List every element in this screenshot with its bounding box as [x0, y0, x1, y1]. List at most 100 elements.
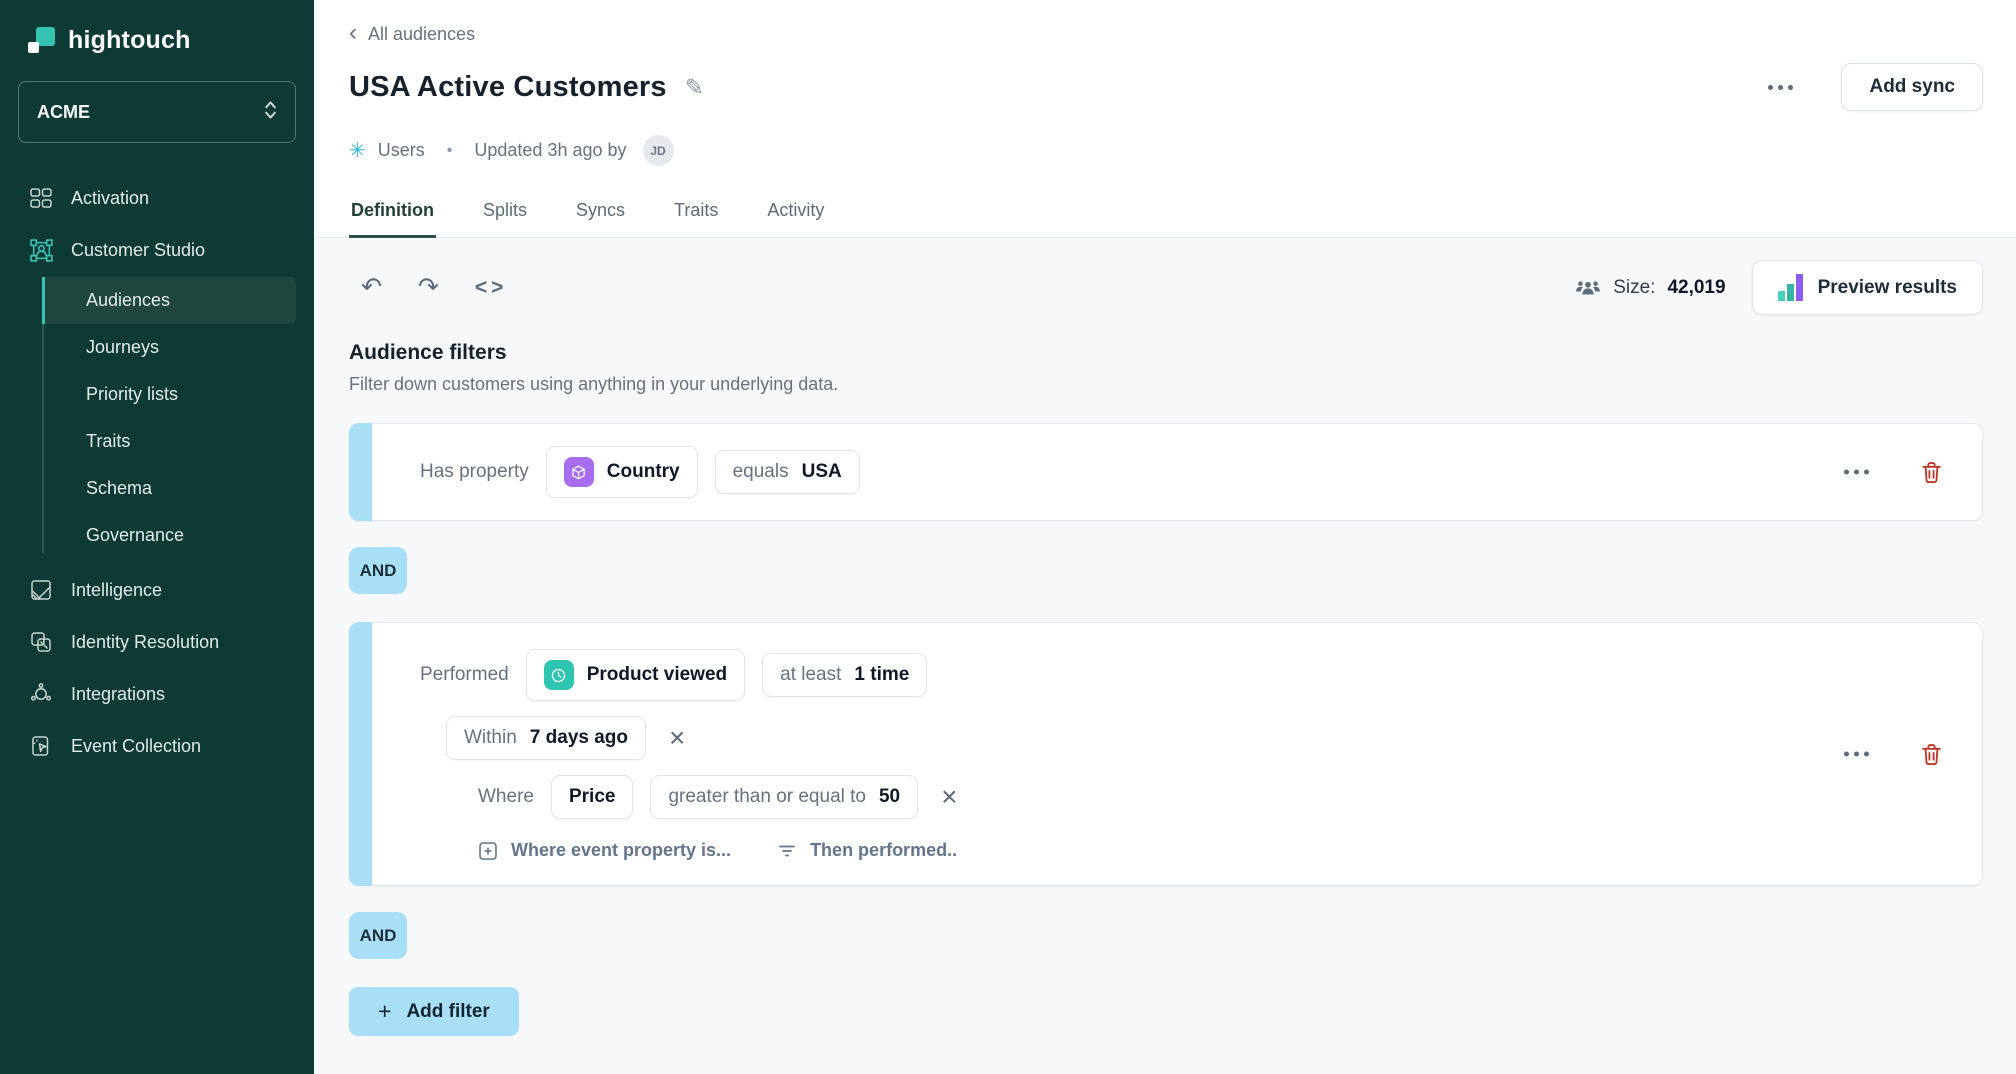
remove-where-icon[interactable]: × — [941, 783, 957, 811]
event-clock-icon — [544, 660, 574, 690]
property-chip[interactable]: Country — [546, 446, 698, 498]
sidebar-item-label: Traits — [86, 431, 130, 451]
where-property-chip[interactable]: Price — [551, 775, 633, 819]
sidebar-item-traits[interactable]: Traits — [42, 418, 296, 465]
preview-results-button[interactable]: Preview results — [1752, 260, 1983, 315]
delete-filter-icon[interactable] — [1919, 460, 1944, 485]
connector-and-badge[interactable]: AND — [349, 547, 407, 594]
workspace-name: ACME — [37, 102, 90, 123]
remove-window-icon[interactable]: × — [669, 724, 685, 752]
condition-chip[interactable]: equals USA — [715, 450, 860, 494]
event-filter-body: Performed Product viewed at le — [372, 622, 1983, 886]
event-links-row: Where event property is... Then performe… — [478, 840, 1782, 861]
add-event-property-label: Where event property is... — [511, 840, 731, 861]
hightouch-logo[interactable]: hightouch — [18, 26, 296, 55]
identity-resolution-icon — [28, 629, 54, 655]
tab-activity[interactable]: Activity — [765, 192, 826, 237]
condition-value: USA — [802, 461, 842, 483]
property-name: Country — [607, 461, 680, 483]
add-event-property-link[interactable]: Where event property is... — [478, 840, 731, 861]
connector-and-badge[interactable]: AND — [349, 912, 407, 959]
plus-square-icon — [478, 841, 498, 861]
hightouch-logo-icon — [28, 27, 55, 54]
workflow-icon — [28, 185, 54, 211]
size-label: Size: — [1613, 277, 1655, 299]
main-content: ‹ All audiences USA Active Customers ✎ A… — [314, 0, 2016, 1074]
card-accent-bar — [349, 622, 372, 886]
where-label: Where — [478, 786, 534, 808]
window-value: 7 days ago — [530, 727, 628, 749]
property-cube-icon — [564, 457, 594, 487]
header-kebab-menu[interactable] — [1760, 77, 1801, 98]
where-condition-chip[interactable]: greater than or equal to 50 — [650, 775, 918, 819]
logo-text: hightouch — [68, 26, 191, 55]
sidebar-item-intelligence[interactable]: Intelligence — [18, 565, 296, 615]
tab-splits[interactable]: Splits — [481, 192, 529, 237]
sidebar-item-journeys[interactable]: Journeys — [42, 324, 296, 371]
sidebar-item-activation[interactable]: Activation — [18, 173, 296, 223]
window-chip[interactable]: Within 7 days ago — [446, 716, 646, 760]
app-window: hightouch ACME Activation — [0, 0, 2016, 1074]
performed-row: Performed Product viewed at le — [420, 649, 1782, 701]
card-actions — [1836, 460, 1944, 485]
breadcrumb-label: All audiences — [368, 24, 475, 45]
page-title: USA Active Customers — [349, 71, 667, 104]
source-label: Users — [378, 140, 425, 161]
sidebar-item-integrations[interactable]: Integrations — [18, 669, 296, 719]
condition-operator: equals — [733, 461, 789, 483]
integrations-icon — [28, 681, 54, 707]
sidebar-item-label: Journeys — [86, 337, 159, 357]
customer-studio-icon — [28, 237, 54, 263]
sidebar-item-audiences[interactable]: Audiences — [42, 277, 296, 324]
sidebar-item-governance[interactable]: Governance — [42, 512, 296, 559]
card-accent-bar — [349, 423, 372, 521]
card-actions — [1836, 742, 1944, 767]
sidebar-item-label: Customer Studio — [71, 240, 205, 261]
sidebar-item-label: Schema — [86, 478, 152, 498]
sidebar-item-label: Governance — [86, 525, 184, 545]
breadcrumb[interactable]: ‹ All audiences — [349, 24, 475, 45]
back-chevron-icon: ‹ — [349, 21, 357, 45]
sidebar-item-identity-resolution[interactable]: Identity Resolution — [18, 617, 296, 667]
filter-kebab-menu[interactable] — [1836, 744, 1877, 765]
filter-kebab-menu[interactable] — [1836, 462, 1877, 483]
sidebar-item-label: Activation — [71, 188, 149, 209]
filter-prefix: Performed — [420, 664, 509, 686]
people-group-icon — [1575, 278, 1601, 298]
where-value: 50 — [879, 786, 900, 808]
meta-row: ✳ Users • Updated 3h ago by JD — [349, 135, 1983, 166]
event-chip[interactable]: Product viewed — [526, 649, 745, 701]
updated-text: Updated 3h ago by — [474, 140, 626, 161]
sidebar-item-schema[interactable]: Schema — [42, 465, 296, 512]
delete-filter-icon[interactable] — [1919, 742, 1944, 767]
sidebar-item-event-collection[interactable]: Event Collection — [18, 721, 296, 771]
page-header: ‹ All audiences USA Active Customers ✎ A… — [314, 0, 2016, 238]
edit-title-icon[interactable]: ✎ — [685, 74, 704, 101]
tab-definition[interactable]: Definition — [349, 192, 436, 237]
sidebar-nav: Activation Customer Studio Audiences — [18, 173, 296, 771]
tab-syncs[interactable]: Syncs — [574, 192, 627, 237]
code-view-icon[interactable]: <> — [475, 276, 508, 300]
title-row: USA Active Customers ✎ Add sync — [349, 63, 1983, 111]
workspace-selector[interactable]: ACME — [18, 81, 296, 143]
avatar: JD — [643, 135, 674, 166]
intelligence-icon — [28, 577, 54, 603]
count-chip[interactable]: at least 1 time — [762, 653, 927, 697]
add-sync-button[interactable]: Add sync — [1841, 63, 1983, 111]
add-filter-button[interactable]: + Add filter — [349, 987, 519, 1036]
section-description: Filter down customers using anything in … — [349, 374, 1983, 395]
sidebar-item-customer-studio[interactable]: Customer Studio — [18, 225, 296, 275]
sidebar-item-label: Identity Resolution — [71, 632, 219, 653]
editor-toolbar: ↶ ↷ <> Size: 42,019 — [349, 260, 1983, 315]
tab-traits[interactable]: Traits — [672, 192, 720, 237]
event-collection-icon — [28, 733, 54, 759]
redo-icon[interactable]: ↷ — [418, 275, 439, 300]
sidebar-item-priority-lists[interactable]: Priority lists — [42, 371, 296, 418]
then-performed-link[interactable]: Then performed.. — [777, 840, 957, 861]
undo-icon[interactable]: ↶ — [361, 275, 382, 300]
definition-panel: ↶ ↷ <> Size: 42,019 — [314, 238, 2016, 1074]
section-heading: Audience filters — [349, 341, 1983, 365]
where-operator: greater than or equal to — [668, 786, 866, 808]
chevron-updown-icon — [264, 99, 277, 126]
sidebar-item-label: Integrations — [71, 684, 165, 705]
